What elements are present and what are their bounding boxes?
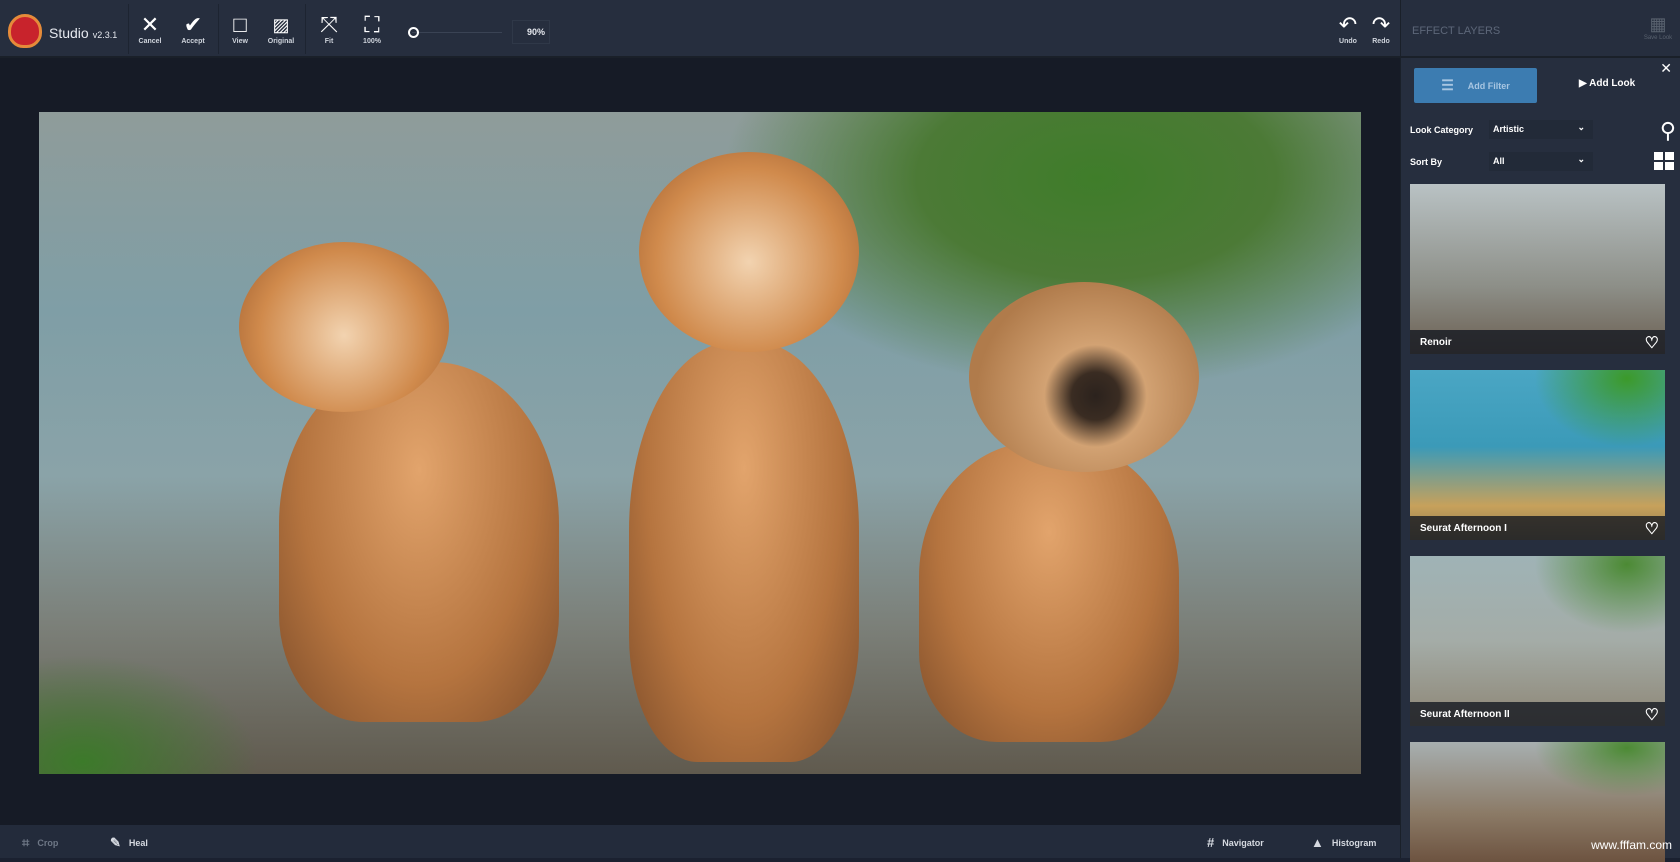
add-filter-button[interactable]: ☰ Add Filter bbox=[1414, 68, 1537, 103]
effect-layers-panel: ✕ ☰ Add Filter ▶ Add Look Look Category A… bbox=[1400, 58, 1680, 862]
app-title: Studio v2.3.1 bbox=[49, 25, 117, 41]
divider bbox=[218, 4, 219, 54]
original-label: Original bbox=[267, 38, 295, 45]
divider bbox=[128, 4, 129, 54]
fit-icon: ⤧ bbox=[320, 12, 338, 37]
histogram-icon: ▲ bbox=[1311, 835, 1324, 850]
photo-preview[interactable] bbox=[39, 112, 1361, 774]
redo-button[interactable]: ↷ Redo bbox=[1361, 12, 1401, 45]
save-look-label: Save Look bbox=[1643, 35, 1673, 41]
zoom-slider[interactable] bbox=[412, 32, 502, 33]
heal-label: Heal bbox=[128, 838, 148, 848]
save-look-button[interactable]: ▦ Save Look bbox=[1638, 14, 1678, 41]
look-category-label: Look Category bbox=[1410, 125, 1474, 135]
full-size-button[interactable]: ⛶ 100% bbox=[352, 12, 392, 45]
add-look-icon: ▶ bbox=[1579, 78, 1590, 89]
view-button[interactable]: □ View bbox=[220, 12, 260, 45]
panel-header: EFFECT LAYERS ▦ Save Look bbox=[1400, 0, 1680, 58]
app-version: v2.3.1 bbox=[92, 30, 118, 40]
dog-right-head bbox=[969, 282, 1199, 472]
thumbnail-image bbox=[1410, 370, 1665, 540]
chevron-down-icon: ⌄ bbox=[1577, 154, 1585, 164]
view-label: View bbox=[232, 38, 248, 45]
bandage-icon: ✎ bbox=[110, 835, 121, 850]
navigator-button[interactable]: # Navigator bbox=[1207, 835, 1264, 850]
add-look-label: Add Look bbox=[1589, 78, 1636, 89]
heal-button[interactable]: ✎ Heal bbox=[110, 835, 148, 851]
accept-button[interactable]: ✔ Accept bbox=[173, 12, 213, 45]
redo-label: Redo bbox=[1372, 38, 1390, 45]
divider bbox=[305, 4, 306, 54]
heart-icon[interactable]: ♡ bbox=[1645, 519, 1659, 539]
look-caption: Renoir ♡ bbox=[1410, 330, 1665, 354]
grid-plus-icon: ▦ bbox=[1649, 14, 1667, 34]
add-filter-label: Add Filter bbox=[1467, 80, 1510, 91]
image-canvas bbox=[0, 58, 1400, 825]
check-icon: ✔ bbox=[183, 12, 203, 37]
sort-by-select[interactable]: All ⌄ bbox=[1489, 152, 1593, 171]
search-icon[interactable]: ⚲ bbox=[1660, 118, 1676, 144]
heart-icon[interactable]: ♡ bbox=[1645, 705, 1659, 725]
look-thumbnail-seurat-afternoon-ii[interactable]: Seurat Afternoon II ♡ bbox=[1410, 556, 1665, 726]
dog-middle-head bbox=[639, 152, 859, 352]
sliders-icon: ☰ bbox=[1441, 77, 1454, 93]
zoom-slider-handle[interactable] bbox=[408, 27, 419, 38]
histogram-button[interactable]: ▲ Histogram bbox=[1311, 835, 1376, 850]
bottom-toolbar: ⌗ Crop ✎ Heal # Navigator ▲ Histogram bbox=[0, 825, 1400, 858]
panel-title: EFFECT LAYERS bbox=[1412, 25, 1501, 37]
histogram-label: Histogram bbox=[1331, 837, 1377, 848]
close-panel-button[interactable]: ✕ bbox=[1660, 60, 1672, 77]
watermark: www.fffam.com bbox=[1591, 838, 1672, 852]
image-icon: ▨ bbox=[272, 15, 290, 35]
grass bbox=[39, 654, 259, 774]
app-logo bbox=[8, 14, 42, 48]
dog-right bbox=[919, 442, 1179, 742]
look-category-value: Artistic bbox=[1493, 124, 1525, 134]
crop-button[interactable]: ⌗ Crop bbox=[22, 835, 58, 851]
chevron-down-icon: ⌄ bbox=[1577, 122, 1585, 132]
cancel-button[interactable]: ✕ Cancel bbox=[130, 12, 170, 45]
full-size-label: 100% bbox=[363, 38, 381, 45]
dog-left bbox=[279, 362, 559, 722]
redo-icon: ↷ bbox=[1371, 12, 1391, 37]
close-icon: ✕ bbox=[140, 12, 160, 37]
zoom-value[interactable]: 90% bbox=[512, 20, 550, 44]
app-name: Studio bbox=[49, 25, 89, 41]
dog-middle bbox=[629, 342, 859, 762]
fit-button[interactable]: ⤧ Fit bbox=[309, 12, 349, 45]
add-look-button[interactable]: ▶ Add Look bbox=[1579, 78, 1635, 89]
look-name: Seurat Afternoon II bbox=[1420, 709, 1510, 720]
original-button[interactable]: ▨ Original bbox=[261, 12, 301, 45]
square-icon: □ bbox=[233, 12, 247, 37]
cancel-label: Cancel bbox=[138, 38, 162, 45]
fit-label: Fit bbox=[324, 38, 334, 45]
navigator-label: Navigator bbox=[1222, 837, 1264, 848]
expand-icon: ⛶ bbox=[364, 12, 380, 37]
grid-view-icon[interactable] bbox=[1654, 152, 1674, 170]
accept-label: Accept bbox=[181, 38, 205, 45]
thumbnail-image bbox=[1410, 184, 1665, 354]
heart-icon[interactable]: ♡ bbox=[1645, 333, 1659, 353]
crop-label: Crop bbox=[37, 838, 59, 848]
navigator-icon: # bbox=[1207, 835, 1215, 850]
look-name: Seurat Afternoon I bbox=[1420, 523, 1507, 534]
crop-icon: ⌗ bbox=[22, 835, 30, 850]
look-caption: Seurat Afternoon I ♡ bbox=[1410, 516, 1665, 540]
look-caption: Seurat Afternoon II ♡ bbox=[1410, 702, 1665, 726]
dog-left-head bbox=[239, 242, 449, 412]
look-thumbnail-renoir[interactable]: Renoir ♡ bbox=[1410, 184, 1665, 354]
sort-by-label: Sort By bbox=[1410, 157, 1443, 167]
look-category-select[interactable]: Artistic ⌄ bbox=[1489, 120, 1593, 139]
look-thumbnail-seurat-afternoon-i[interactable]: Seurat Afternoon I ♡ bbox=[1410, 370, 1665, 540]
look-name: Renoir bbox=[1420, 337, 1452, 348]
sort-by-value: All bbox=[1493, 156, 1505, 166]
thumbnail-image bbox=[1410, 556, 1665, 726]
